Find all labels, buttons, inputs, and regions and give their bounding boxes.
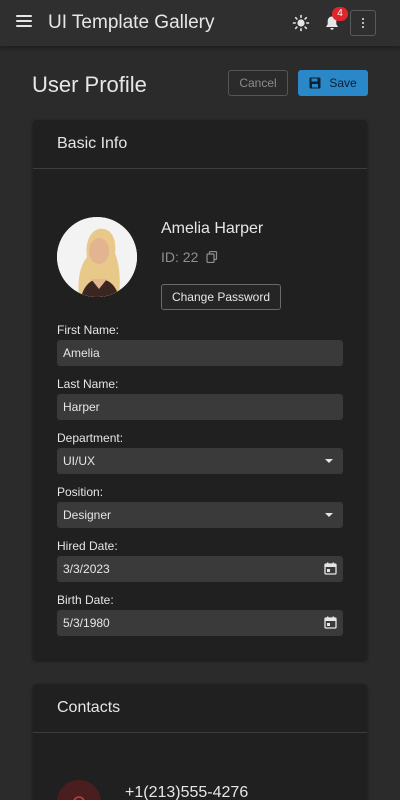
- hired-date-value: 3/3/2023: [63, 562, 110, 576]
- avatar: [57, 217, 137, 297]
- copy-icon[interactable]: [206, 251, 218, 263]
- birth-date-value: 5/3/1980: [63, 616, 110, 630]
- profile-name: Amelia Harper: [161, 220, 264, 237]
- notification-badge: 4: [332, 7, 348, 21]
- profile-id-text: ID: 22: [161, 249, 199, 265]
- app-title: UI Template Gallery: [48, 12, 215, 33]
- position-label: Position:: [57, 485, 104, 499]
- more-vertical-icon[interactable]: [350, 10, 376, 36]
- contacts-header: Contacts: [33, 684, 367, 733]
- change-password-button[interactable]: Change Password: [161, 284, 281, 310]
- sun-icon[interactable]: [291, 13, 311, 33]
- hired-date-field[interactable]: 3/3/2023: [57, 556, 343, 582]
- birth-date-label: Birth Date:: [57, 593, 114, 607]
- menu-icon[interactable]: [16, 15, 32, 31]
- cancel-button[interactable]: Cancel: [228, 70, 288, 96]
- basic-info-header: Basic Info: [33, 120, 367, 169]
- chevron-down-icon: [325, 459, 333, 463]
- save-button-label: Save: [329, 76, 357, 90]
- chevron-down-icon: [325, 513, 333, 517]
- last-name-label: Last Name:: [57, 377, 119, 391]
- contacts-card: Contacts +1(213)555-4276: [33, 684, 367, 800]
- top-app-bar: UI Template Gallery 4: [0, 0, 400, 46]
- phone-icon: [57, 780, 101, 800]
- calendar-icon[interactable]: [324, 616, 337, 629]
- floppy-disk-icon: [309, 77, 321, 89]
- position-value: Designer: [63, 508, 112, 522]
- page-title: User Profile: [32, 72, 147, 97]
- birth-date-field[interactable]: 5/3/1980: [57, 610, 343, 636]
- contact-phone[interactable]: +1(213)555-4276: [125, 784, 248, 800]
- first-name-field[interactable]: [57, 340, 343, 366]
- save-button[interactable]: Save: [298, 70, 368, 96]
- department-label: Department:: [57, 431, 124, 445]
- avatar-photo: [57, 217, 137, 297]
- profile-id: ID: 22: [161, 249, 218, 265]
- last-name-field[interactable]: [57, 394, 343, 420]
- basic-info-card: Basic Info Amelia Harper ID: 22 Change P…: [33, 120, 367, 660]
- position-select[interactable]: Designer: [57, 502, 343, 528]
- hired-date-label: Hired Date:: [57, 539, 118, 553]
- department-value: UI/UX: [63, 454, 96, 468]
- department-select[interactable]: UI/UX: [57, 448, 343, 474]
- calendar-icon[interactable]: [324, 562, 337, 575]
- first-name-label: First Name:: [57, 323, 120, 337]
